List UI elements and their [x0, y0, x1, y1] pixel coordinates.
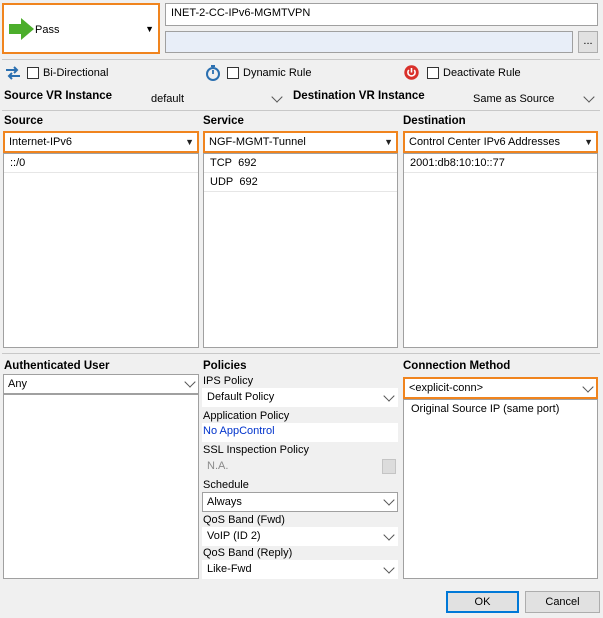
- source-list[interactable]: ::/0: [3, 153, 199, 348]
- qos-reply-select[interactable]: Like-Fwd: [202, 560, 398, 579]
- destination-vr-label: Destination VR Instance: [293, 90, 425, 102]
- authenticated-user-label: Authenticated User: [4, 360, 110, 372]
- source-select[interactable]: Internet-IPv6 ▼: [3, 131, 199, 153]
- chevron-down-icon: [582, 381, 594, 393]
- connection-method-list[interactable]: Original Source IP (same port): [403, 399, 598, 579]
- authenticated-user-list[interactable]: [3, 394, 199, 579]
- deactivate-rule-checkbox[interactable]: [427, 67, 439, 79]
- schedule-label: Schedule: [203, 479, 249, 491]
- chevron-down-icon: [184, 376, 196, 388]
- chevron-down-icon: [583, 91, 595, 103]
- schedule-select[interactable]: Always: [202, 492, 398, 512]
- action-label: Pass: [35, 24, 60, 36]
- connection-method-select[interactable]: <explicit-conn>: [403, 377, 598, 399]
- dropdown-arrow-icon: ▼: [185, 137, 194, 147]
- action-dropdown-arrow-icon[interactable]: ▼: [145, 24, 154, 34]
- cancel-button[interactable]: Cancel: [525, 591, 600, 613]
- description-edit-button[interactable]: ...: [578, 31, 598, 53]
- bidirectional-icon: [6, 66, 20, 80]
- destination-list[interactable]: 2001:db8:10:10::77: [403, 153, 598, 348]
- source-vr-select[interactable]: default: [146, 89, 286, 109]
- deactivate-power-icon: [404, 65, 419, 80]
- connection-method-label: Connection Method: [403, 360, 511, 372]
- qos-fwd-select[interactable]: VoIP (ID 2): [202, 527, 398, 546]
- dynamic-rule-checkbox[interactable]: [227, 67, 239, 79]
- dropdown-arrow-icon: ▼: [584, 137, 593, 147]
- qos-fwd-label: QoS Band (Fwd): [203, 514, 285, 526]
- qos-reply-label: QoS Band (Reply): [203, 547, 293, 559]
- rule-name-field[interactable]: INET-2-CC-IPv6-MGMTVPN: [165, 3, 598, 26]
- list-item[interactable]: Original Source IP (same port): [404, 400, 597, 419]
- chevron-down-icon: [271, 91, 283, 103]
- application-policy-link[interactable]: No AppControl: [202, 423, 398, 442]
- rule-name-value: INET-2-CC-IPv6-MGMTVPN: [171, 7, 311, 19]
- ssl-inspection-policy-label: SSL Inspection Policy: [203, 444, 309, 456]
- destination-label: Destination: [403, 115, 466, 127]
- chevron-down-icon: [383, 494, 395, 506]
- destination-select[interactable]: Control Center IPv6 Addresses ▼: [403, 131, 598, 153]
- bidirectional-label: Bi-Directional: [43, 67, 109, 79]
- chevron-down-icon: [382, 459, 396, 474]
- deactivate-rule-label: Deactivate Rule: [443, 67, 521, 79]
- pass-arrow-icon: [9, 18, 34, 40]
- list-item[interactable]: ::/0: [4, 154, 198, 173]
- ips-policy-select[interactable]: Default Policy: [202, 388, 398, 407]
- service-label: Service: [203, 115, 244, 127]
- list-item[interactable]: UDP 692: [204, 173, 397, 192]
- action-selector[interactable]: Pass ▼: [2, 3, 160, 54]
- separator: [2, 110, 600, 111]
- separator: [2, 353, 600, 354]
- source-vr-label: Source VR Instance: [4, 90, 113, 102]
- dynamic-rule-label: Dynamic Rule: [243, 67, 312, 79]
- source-label: Source: [4, 115, 43, 127]
- separator: [2, 59, 600, 60]
- service-list[interactable]: TCP 692 UDP 692: [203, 153, 398, 348]
- ssl-inspection-policy-select: N.A.: [202, 457, 398, 476]
- bidirectional-checkbox[interactable]: [27, 67, 39, 79]
- stopwatch-icon: [206, 65, 220, 81]
- ips-policy-label: IPS Policy: [203, 375, 254, 387]
- ok-button[interactable]: OK: [446, 591, 519, 613]
- description-field[interactable]: [165, 31, 573, 53]
- destination-vr-select[interactable]: Same as Source: [468, 89, 598, 109]
- application-policy-label: Application Policy: [203, 410, 290, 422]
- authenticated-user-select[interactable]: Any: [3, 374, 199, 394]
- list-item[interactable]: TCP 692: [204, 154, 397, 173]
- policies-label: Policies: [203, 360, 247, 372]
- dropdown-arrow-icon: ▼: [384, 137, 393, 147]
- service-select[interactable]: NGF-MGMT-Tunnel ▼: [203, 131, 398, 153]
- list-item[interactable]: 2001:db8:10:10::77: [404, 154, 597, 173]
- chevron-down-icon: [383, 529, 395, 541]
- chevron-down-icon: [383, 390, 395, 402]
- chevron-down-icon: [383, 562, 395, 574]
